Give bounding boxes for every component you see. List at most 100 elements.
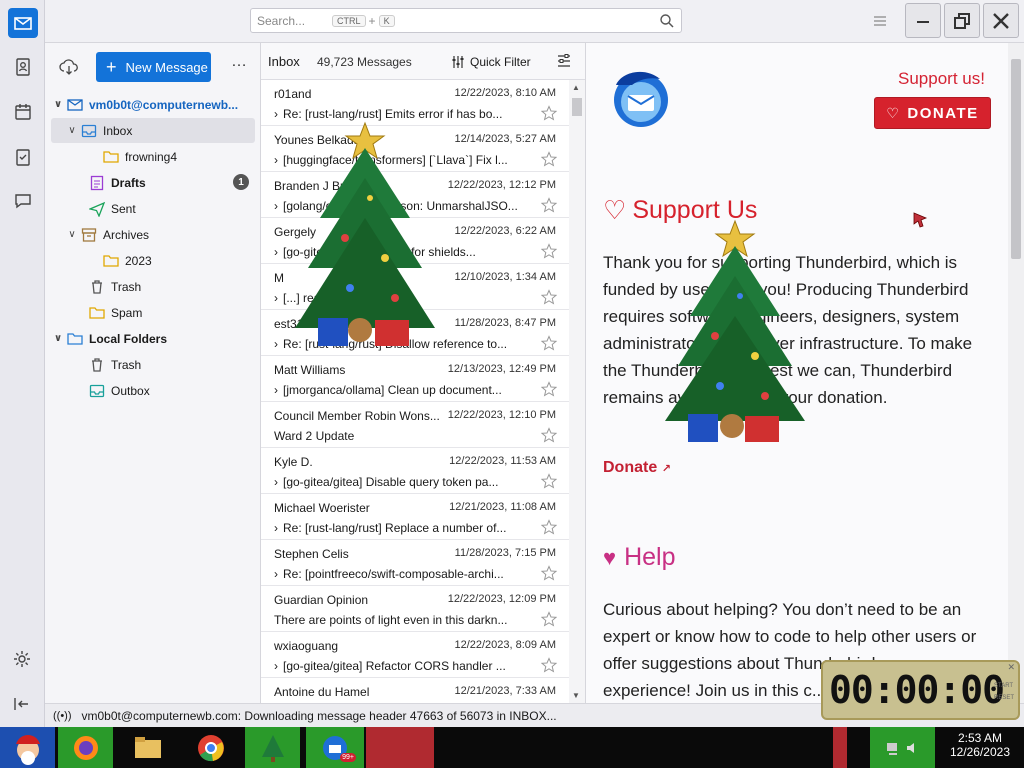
message-row[interactable]: wxiaoguang 12/22/2023, 8:09 AM › [go-gitea/…	[261, 632, 569, 678]
star-icon[interactable]	[541, 289, 557, 305]
folder-pane-more-button[interactable]: …	[231, 53, 247, 71]
donate-link[interactable]: Donate ↗	[603, 459, 671, 477]
message-row[interactable]: Kyle D. 12/22/2023, 11:53 AM › [go-gitea/gi…	[261, 448, 569, 494]
display-options-icon[interactable]	[556, 53, 572, 69]
folder-local-trash[interactable]: Trash	[51, 352, 255, 377]
timer-close-icon[interactable]: ✕	[1007, 662, 1015, 673]
reading-pane-scrollbar[interactable]	[1008, 43, 1024, 703]
thread-chevron-icon[interactable]: ›	[274, 199, 278, 213]
global-search-input[interactable]: Search... CTRL + K	[250, 8, 682, 33]
message-subject-text: [jmorganca/ollama] Clean up document...	[283, 383, 502, 397]
taskbar-file-explorer[interactable]	[120, 727, 175, 768]
taskbar-firefox[interactable]	[58, 727, 113, 768]
thread-chevron-icon[interactable]: ›	[274, 659, 278, 673]
folder-trash[interactable]: Trash	[51, 274, 255, 299]
folder-frowning4[interactable]: frowning4	[51, 144, 255, 169]
folder-2023[interactable]: 2023	[51, 248, 255, 273]
account-row[interactable]: ∨ vm0b0t@computernewb...	[51, 92, 255, 117]
folder-title: Inbox	[268, 54, 300, 69]
star-icon[interactable]	[541, 519, 557, 535]
folder-inbox[interactable]: ∨ Inbox	[51, 118, 255, 143]
local-folders-row[interactable]: ∨ Local Folders	[51, 326, 255, 351]
calendar-button[interactable]	[8, 97, 38, 127]
support-us-link[interactable]: Support us!	[898, 69, 985, 89]
taskbar-clock[interactable]: 2:53 AM 12/26/2023	[950, 731, 1010, 759]
star-icon[interactable]	[541, 105, 557, 121]
timer-widget[interactable]: 00:00:00 START RESET ✕	[821, 660, 1020, 720]
message-subject: There are points of light even in this d…	[274, 613, 532, 627]
tasks-button[interactable]	[8, 142, 38, 172]
message-subject-text: Re: [rust-lang/rust] Replace a number of…	[283, 521, 507, 535]
address-book-button[interactable]	[8, 52, 38, 82]
star-icon[interactable]	[541, 657, 557, 673]
chevron-down-icon[interactable]: ∨	[51, 333, 65, 344]
message-sender: Matt Williams	[274, 363, 346, 377]
star-icon[interactable]	[541, 381, 557, 397]
message-row[interactable]: Stephen Celis 11/28/2023, 7:15 PM › Re: [po…	[261, 540, 569, 586]
message-subject-text: Re: [pointfreeco/swift-composable-archi.…	[283, 567, 504, 581]
chat-button[interactable]	[8, 186, 38, 216]
folder-spam[interactable]: Spam	[51, 300, 255, 325]
thread-chevron-icon[interactable]: ›	[274, 567, 278, 581]
taskbar-thunderbird[interactable]: 99+	[306, 727, 364, 768]
taskbar-chrome[interactable]	[183, 727, 238, 768]
message-subject-text: [go-gitea/gitea] Disable query token pa.…	[283, 475, 499, 489]
star-icon[interactable]	[541, 197, 557, 213]
thread-chevron-icon[interactable]: ›	[274, 291, 278, 305]
scrollbar-thumb[interactable]	[572, 98, 582, 116]
thread-chevron-icon[interactable]: ›	[274, 153, 278, 167]
system-tray[interactable]	[870, 727, 935, 768]
message-row[interactable]: Antoine du Hamel 12/21/2023, 7:33 AM	[261, 678, 569, 703]
star-icon[interactable]	[541, 473, 557, 489]
mail-space-button[interactable]	[8, 8, 38, 38]
scrollbar-thumb[interactable]	[1011, 59, 1021, 259]
star-icon[interactable]	[541, 335, 557, 351]
taskbar-xmas-tree[interactable]	[245, 727, 300, 768]
thread-chevron-icon[interactable]: ›	[274, 383, 278, 397]
message-row[interactable]: Guardian Opinion 12/22/2023, 12:09 PM Ther…	[261, 586, 569, 632]
star-icon[interactable]	[541, 243, 557, 259]
settings-gear-icon[interactable]	[13, 650, 31, 668]
collapse-spaces-icon[interactable]	[13, 695, 31, 713]
chevron-down-icon[interactable]: ∨	[65, 229, 79, 240]
donate-button[interactable]: ♡ DONATE	[874, 97, 991, 129]
thread-chevron-icon[interactable]: ›	[274, 107, 278, 121]
message-list-scrollbar[interactable]: ▲ ▼	[569, 80, 585, 703]
folder-archives[interactable]: ∨ Archives	[51, 222, 255, 247]
timer-start-button[interactable]: START	[994, 680, 1014, 692]
message-subject: › [jmorganca/ollama] Clean up document...	[274, 383, 532, 397]
get-messages-icon[interactable]	[59, 58, 79, 76]
new-message-button[interactable]: + New Message	[96, 52, 211, 82]
thread-chevron-icon[interactable]: ›	[274, 521, 278, 535]
star-icon[interactable]	[541, 151, 557, 167]
message-row[interactable]: Michael Woerister 12/21/2023, 11:08 AM › Re…	[261, 494, 569, 540]
taskbar-tray-item[interactable]	[833, 727, 847, 768]
minimize-button[interactable]	[905, 3, 941, 38]
star-icon[interactable]	[541, 427, 557, 443]
scroll-up-icon[interactable]: ▲	[572, 83, 580, 92]
timer-display: 00:00:00	[829, 668, 1005, 712]
chevron-down-icon[interactable]: ∨	[65, 125, 79, 136]
thread-chevron-icon[interactable]: ›	[274, 475, 278, 489]
close-button[interactable]	[983, 3, 1019, 38]
mouse-cursor-icon	[913, 212, 928, 228]
thread-chevron-icon[interactable]: ›	[274, 245, 278, 259]
quick-filter-button[interactable]: Quick Filter	[451, 55, 531, 69]
folder-outbox[interactable]: Outbox	[51, 378, 255, 403]
folder-sent[interactable]: Sent	[51, 196, 255, 221]
star-icon[interactable]	[541, 565, 557, 581]
chevron-down-icon[interactable]: ∨	[51, 99, 65, 110]
message-row[interactable]: Council Member Robin Wons... 12/22/2023, …	[261, 402, 569, 448]
restore-button[interactable]	[944, 3, 980, 38]
star-icon[interactable]	[541, 611, 557, 627]
taskbar-app-red[interactable]	[366, 727, 434, 768]
thread-chevron-icon[interactable]: ›	[274, 337, 278, 351]
timer-reset-button[interactable]: RESET	[994, 692, 1014, 704]
scroll-down-icon[interactable]: ▼	[572, 691, 580, 700]
santa-start-icon	[15, 734, 40, 765]
message-row[interactable]: Matt Williams 12/13/2023, 12:49 PM › [jmorg…	[261, 356, 569, 402]
app-menu-icon[interactable]	[871, 12, 889, 30]
folder-icon	[103, 150, 119, 163]
start-button[interactable]	[0, 727, 55, 768]
folder-drafts[interactable]: Drafts 1	[51, 170, 255, 195]
